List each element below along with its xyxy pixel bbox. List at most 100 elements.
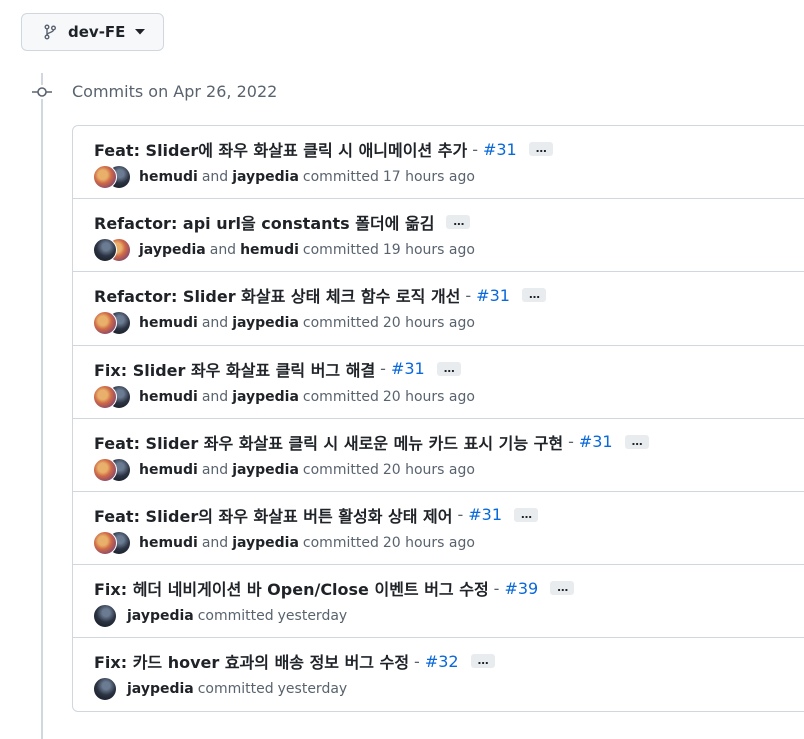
author-link[interactable]: hemudi <box>139 462 198 478</box>
expand-message-button[interactable]: … <box>521 288 546 303</box>
pull-request-link[interactable]: #31 <box>391 359 425 378</box>
avatar[interactable] <box>93 677 117 702</box>
title-separator: - <box>472 139 478 159</box>
avatar[interactable] <box>93 604 117 629</box>
title-separator: - <box>457 505 464 525</box>
commit-verb: committed <box>302 388 379 405</box>
commit-row: Feat: Slider 좌우 화살표 클릭 시 새로운 메뉴 카드 표시 기능… <box>73 419 804 492</box>
relative-time: 20 hours ago <box>382 534 475 551</box>
commit-verb: committed <box>302 534 379 551</box>
branch-name: dev-FE <box>68 23 126 41</box>
commit-verb: committed <box>302 169 379 185</box>
pull-request-link[interactable]: #39 <box>504 579 538 598</box>
commit-meta: hemudi and jaypedia committed 20 hours ago <box>93 530 475 555</box>
avatar-stack <box>93 604 119 629</box>
expand-message-button[interactable]: … <box>624 434 649 449</box>
commit-title-line: Feat: Slider에 좌우 화살표 클릭 시 애니메이션 추가 - #31 … <box>94 137 553 161</box>
commit-meta: jaypedia committed yesterday <box>93 677 348 702</box>
avatar[interactable] <box>93 457 117 482</box>
avatar[interactable] <box>93 238 117 263</box>
relative-time: 17 hours ago <box>382 169 475 185</box>
author-link[interactable]: jaypedia <box>232 462 299 478</box>
author-link[interactable]: jaypedia <box>139 242 206 258</box>
pull-request-link[interactable]: #31 <box>476 286 510 305</box>
branch-select-button[interactable]: dev-FE <box>21 13 164 51</box>
pull-request-link[interactable]: #31 <box>483 140 517 159</box>
avatar[interactable] <box>93 530 117 555</box>
authors-joiner: and <box>209 242 237 259</box>
authors-joiner: and <box>201 315 229 332</box>
git-branch-icon <box>42 24 58 40</box>
commit-row: Fix: 헤더 네비게이션 바 Open/Close 이벤트 버그 수정 - #39… <box>73 565 804 639</box>
authors-joiner: and <box>201 169 229 185</box>
commit-title-line: Refactor: Slider 화살표 상태 체크 함수 로직 개선 - #31 … <box>94 283 546 307</box>
title-separator: - <box>414 651 420 671</box>
relative-time: yesterday <box>277 608 348 625</box>
commit-title-link[interactable]: Fix: 헤더 네비게이션 바 Open/Close 이벤트 버그 수정 <box>94 576 489 600</box>
commit-title-link[interactable]: Feat: Slider 좌우 화살표 클릭 시 새로운 메뉴 카드 표시 기능… <box>94 430 563 454</box>
authors-joiner: and <box>201 461 229 478</box>
avatar[interactable] <box>93 384 117 409</box>
author-link[interactable]: jaypedia <box>232 535 299 551</box>
author-link[interactable]: hemudi <box>139 389 198 405</box>
relative-time: 20 hours ago <box>382 388 475 405</box>
commit-meta: jaypedia and hemudi committed 19 hours ago <box>93 238 475 263</box>
avatar-stack <box>93 530 131 555</box>
author-link[interactable]: hemudi <box>139 315 198 331</box>
commit-title-link[interactable]: Refactor: api url을 constants 폴더에 옮김 <box>94 210 434 234</box>
author-link[interactable]: hemudi <box>240 242 299 258</box>
author-link[interactable]: hemudi <box>139 535 198 551</box>
relative-time: 20 hours ago <box>382 461 475 478</box>
commit-title-line: Feat: Slider 좌우 화살표 클릭 시 새로운 메뉴 카드 표시 기능… <box>94 430 649 454</box>
commit-group-date: Commits on Apr 26, 2022 <box>72 82 278 101</box>
avatar-stack <box>93 677 119 702</box>
commit-meta: hemudi and jaypedia committed 17 hours ago <box>93 165 475 189</box>
commit-title-line: Refactor: api url을 constants 폴더에 옮김 … <box>94 210 471 234</box>
commit-title-link[interactable]: Fix: Slider 좌우 화살표 클릭 버그 해결 <box>94 357 375 381</box>
expand-message-button[interactable]: … <box>436 361 461 376</box>
title-separator: - <box>380 359 386 379</box>
pull-request-link[interactable]: #31 <box>579 432 613 451</box>
commit-row: Feat: Slider에 좌우 화살표 클릭 시 애니메이션 추가 - #31 … h… <box>73 126 804 200</box>
author-link[interactable]: hemudi <box>139 169 198 185</box>
title-separator: - <box>465 285 472 305</box>
expand-message-button[interactable]: … <box>446 215 471 230</box>
commit-row: Refactor: Slider 화살표 상태 체크 함수 로직 개선 - #31 …… <box>73 272 804 346</box>
triangle-down-icon <box>135 29 146 35</box>
author-link[interactable]: jaypedia <box>127 608 194 624</box>
avatar-stack <box>93 311 131 336</box>
author-link[interactable]: jaypedia <box>232 389 299 405</box>
authors-joiner: and <box>201 388 229 405</box>
expand-message-button[interactable]: … <box>528 142 553 156</box>
commit-title-line: Fix: 헤더 네비게이션 바 Open/Close 이벤트 버그 수정 - #39… <box>94 576 575 600</box>
commit-meta: hemudi and jaypedia committed 20 hours ago <box>93 384 475 409</box>
author-link[interactable]: jaypedia <box>232 169 299 185</box>
expand-message-button[interactable]: … <box>550 581 575 596</box>
commit-meta: hemudi and jaypedia committed 20 hours ago <box>93 457 475 482</box>
commit-verb: committed <box>302 242 379 259</box>
avatar-stack <box>93 457 131 482</box>
commit-row: Refactor: api url을 constants 폴더에 옮김 … jayp… <box>73 199 804 273</box>
author-link[interactable]: jaypedia <box>127 681 194 697</box>
commit-title-link[interactable]: Fix: 카드 hover 효과의 배송 정보 버그 수정 <box>94 649 409 673</box>
commit-title-line: Fix: 카드 hover 효과의 배송 정보 버그 수정 - #32 … <box>94 649 495 673</box>
commit-meta: jaypedia committed yesterday <box>93 604 348 629</box>
author-link[interactable]: jaypedia <box>232 315 299 331</box>
pull-request-link[interactable]: #31 <box>468 505 502 524</box>
commits-page: dev-FE Commits on Apr 26, 2022 Feat: Sli… <box>0 0 804 739</box>
avatar-stack <box>93 238 131 263</box>
expand-message-button[interactable]: … <box>514 507 539 522</box>
commit-title-line: Feat: Slider의 좌우 화살표 버튼 활성화 상태 제어 - #31 … <box>94 503 539 527</box>
commit-title-link[interactable]: Feat: Slider에 좌우 화살표 클릭 시 애니메이션 추가 <box>94 137 467 161</box>
commit-row: Fix: 카드 hover 효과의 배송 정보 버그 수정 - #32 … jayped… <box>73 638 804 711</box>
pull-request-link[interactable]: #32 <box>425 652 459 671</box>
commit-title-link[interactable]: Refactor: Slider 화살표 상태 체크 함수 로직 개선 <box>94 283 460 307</box>
commit-title-link[interactable]: Feat: Slider의 좌우 화살표 버튼 활성화 상태 제어 <box>94 503 452 527</box>
git-commit-icon <box>32 85 52 99</box>
avatar[interactable] <box>93 165 117 189</box>
commit-list: Feat: Slider에 좌우 화살표 클릭 시 애니메이션 추가 - #31… h… <box>72 125 804 712</box>
relative-time: yesterday <box>277 681 348 698</box>
relative-time: 19 hours ago <box>382 242 475 259</box>
expand-message-button[interactable]: … <box>470 654 495 669</box>
timeline-line <box>41 73 43 739</box>
